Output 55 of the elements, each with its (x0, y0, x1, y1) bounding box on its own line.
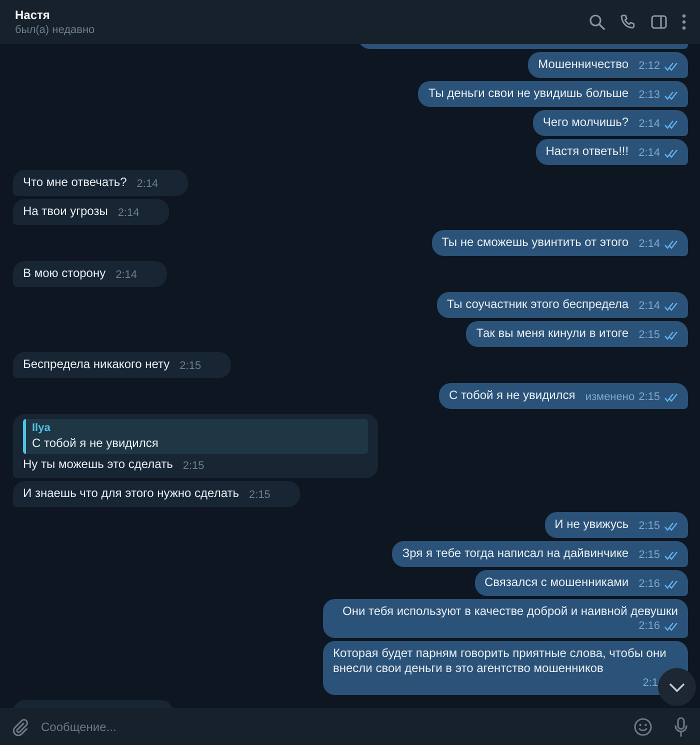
message-text: И не увижусь (554, 517, 629, 532)
microphone-icon[interactable] (674, 716, 688, 736)
message-input[interactable]: Сообщение... (41, 716, 622, 738)
message-time: 2:16 (638, 577, 660, 592)
message-time: 2:1 (642, 676, 658, 691)
message-time: 2:15 (180, 359, 202, 374)
message-text: Которая будет парням говорить приятные слова, чтобы они внесли свои деньги в это агентство мошенников (333, 646, 668, 676)
message-text: Что мне отвечать? (23, 175, 127, 190)
message-text: Мошенничество (538, 57, 629, 72)
message-time: 2:14 (116, 268, 138, 283)
paperclip-icon[interactable] (11, 718, 29, 736)
message-time: 2:14 (118, 206, 140, 221)
message-time: 2:15 (638, 328, 660, 343)
message-time: 2:14 (638, 117, 660, 132)
contact-name[interactable]: Настя (15, 8, 95, 22)
scroll-down-button[interactable] (658, 668, 696, 706)
message-text: С тобой я не увидился (448, 388, 576, 403)
message-text: И знаешь что для этого нужно сделать (23, 486, 239, 501)
message-text: Ты не сможешь увинтить от этого (442, 235, 629, 250)
message-text: Зря я тебе тогда написал на дайвинчике (402, 546, 629, 561)
message-time: 2:15 (638, 519, 660, 534)
message-text: Связался с мошенниками (484, 575, 629, 590)
edited-label: изменено (585, 390, 635, 405)
sidebar-panel-icon[interactable] (651, 15, 667, 29)
last-seen-status: был(а) недавно (15, 24, 95, 36)
message-time: 2:15 (182, 459, 204, 474)
message-text: Ты соучастник этого беспредела (446, 297, 629, 312)
message-time: 2:14 (638, 237, 660, 252)
message-time: 2:15 (248, 488, 270, 503)
chevron-down-icon (669, 682, 685, 692)
reply-author: Ilya (32, 421, 52, 436)
message-text: Они тебя используют в качестве доброй и наивной девушки (342, 604, 678, 619)
message-text: Ты деньги свои не увидишь больше (428, 86, 629, 101)
message-text: Чего молчишь? (542, 115, 629, 130)
message-time: 2:16 (638, 619, 660, 634)
message-text: В мою сторону (23, 266, 106, 281)
more-options-icon[interactable] (682, 14, 686, 30)
message-time: 2:14 (136, 177, 158, 192)
message-text: Беспредела никакого нету (23, 357, 170, 372)
message-time: 2:12 (638, 59, 660, 74)
message-time: 2:15 (638, 548, 660, 563)
phone-icon[interactable] (620, 14, 636, 30)
message-time: 2:15 (638, 390, 660, 405)
search-icon[interactable] (589, 14, 605, 30)
message-text: Ну ты можешь это сделать (23, 457, 173, 472)
emoji-icon[interactable] (634, 718, 652, 736)
message-time: 2:13 (638, 88, 660, 103)
message-text: Настя ответь!!! (546, 144, 629, 159)
message-time: 2:14 (638, 299, 660, 314)
message-text: Так вы меня кинули в итоге (476, 326, 629, 341)
message-time: 2:14 (638, 146, 660, 161)
reply-text: С тобой я не увидился (32, 436, 160, 451)
message-text: На твои угрозы (23, 204, 108, 219)
message-bar[interactable]: Сообщение... (0, 708, 700, 745)
reply-quote[interactable]: Ilya С тобой я не увидился (23, 419, 368, 454)
